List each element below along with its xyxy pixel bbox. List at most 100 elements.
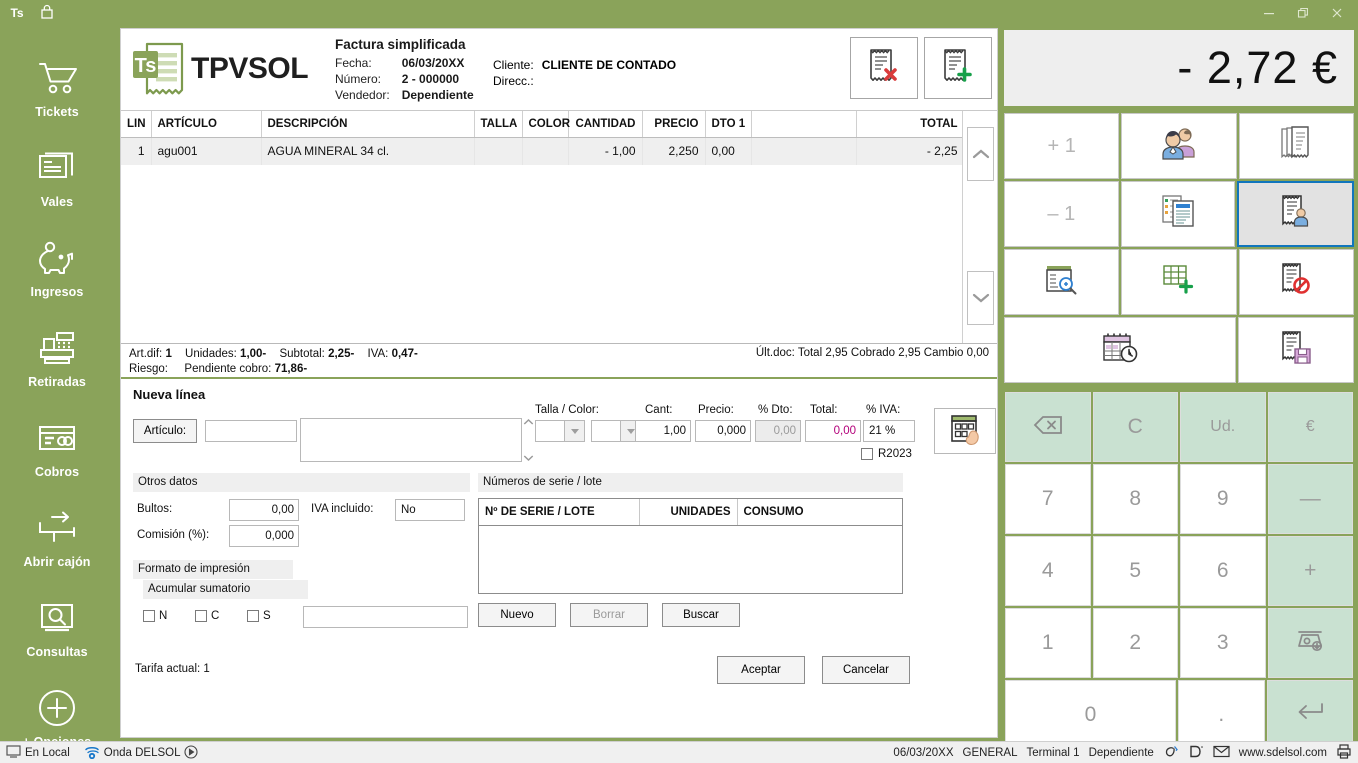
formato-option-s[interactable]: S bbox=[247, 610, 271, 622]
column-header-color[interactable]: COLOR bbox=[522, 111, 570, 138]
key-5[interactable]: 5 bbox=[1092, 536, 1178, 606]
table-row[interactable]: 1 agu001 AGUA MINERAL 34 cl. - 1,00 2,25… bbox=[121, 137, 965, 165]
formato-option-c[interactable]: C bbox=[195, 610, 219, 622]
total-input[interactable]: 0,00 bbox=[805, 420, 861, 442]
color-input[interactable] bbox=[591, 420, 621, 442]
column-header-total[interactable]: TOTAL bbox=[856, 111, 965, 138]
column-header-blank[interactable] bbox=[751, 111, 857, 138]
column-header-serie[interactable]: Nº DE SERIE / LOTE bbox=[479, 499, 640, 526]
plus-key[interactable]: + bbox=[1267, 536, 1353, 606]
sidebar-item-ingresos[interactable]: Ingresos bbox=[0, 222, 114, 312]
key-3[interactable]: 3 bbox=[1180, 608, 1266, 678]
customer-name[interactable]: CLIENTE DE CONTADO bbox=[542, 57, 676, 73]
key-6[interactable]: 6 bbox=[1180, 536, 1266, 606]
d-icon[interactable] bbox=[1188, 744, 1204, 762]
receipt-customer-button[interactable] bbox=[1237, 181, 1355, 247]
iva-select[interactable]: 21 % bbox=[863, 420, 915, 442]
lock-icon[interactable] bbox=[34, 4, 60, 22]
customers-button[interactable] bbox=[1121, 113, 1237, 179]
backspace-key[interactable] bbox=[1005, 392, 1091, 462]
sidebar-item-retiradas[interactable]: Retiradas bbox=[0, 312, 114, 402]
talla-dropdown-arrow[interactable] bbox=[565, 420, 585, 442]
dto-input[interactable]: 0,00 bbox=[755, 420, 801, 442]
acumular-sumatorio-select[interactable] bbox=[303, 606, 468, 628]
local-mode-indicator[interactable]: En Local bbox=[6, 745, 70, 761]
document-search-button[interactable] bbox=[1004, 249, 1120, 315]
serie-buscar-button[interactable]: Buscar bbox=[662, 603, 740, 627]
alpha-icon[interactable] bbox=[1163, 744, 1179, 762]
serie-nuevo-button[interactable]: Nuevo bbox=[478, 603, 556, 627]
comision-input[interactable]: 0,000 bbox=[229, 525, 299, 547]
sidebar-item-cobros[interactable]: Cobros bbox=[0, 402, 114, 492]
play-icon[interactable] bbox=[184, 744, 199, 762]
formato-option-n[interactable]: N bbox=[143, 610, 167, 622]
articulo-description-input[interactable] bbox=[300, 418, 522, 462]
key-8[interactable]: 8 bbox=[1092, 464, 1178, 534]
column-header-descripcion[interactable]: DESCRIPCIÓN bbox=[261, 111, 475, 138]
maximize-button[interactable] bbox=[1286, 0, 1320, 26]
column-header-unidades[interactable]: UNIDADES bbox=[639, 499, 738, 526]
key-4[interactable]: 4 bbox=[1005, 536, 1091, 606]
chevron-up-icon[interactable] bbox=[967, 127, 994, 181]
enter-key[interactable] bbox=[1266, 680, 1353, 750]
column-header-articulo[interactable]: ARTÍCULO bbox=[151, 111, 262, 138]
cancel-button[interactable]: Cancelar bbox=[822, 656, 910, 684]
description-scroll[interactable] bbox=[522, 418, 535, 462]
formato-c-checkbox[interactable] bbox=[195, 610, 207, 622]
serie-lote-table[interactable]: Nº DE SERIE / LOTE UNIDADES CONSUMO bbox=[478, 498, 903, 594]
documents-button[interactable] bbox=[1120, 181, 1236, 247]
column-header-precio[interactable]: PRECIO bbox=[642, 111, 706, 138]
close-button[interactable] bbox=[1320, 0, 1354, 26]
key-2[interactable]: 2 bbox=[1092, 608, 1178, 678]
cant-input[interactable]: 1,00 bbox=[635, 420, 691, 442]
website-link[interactable]: www.sdelsol.com bbox=[1239, 747, 1327, 759]
r2023-checkbox[interactable] bbox=[861, 448, 873, 460]
units-key[interactable]: Ud. bbox=[1180, 392, 1266, 462]
formato-n-checkbox[interactable] bbox=[143, 610, 155, 622]
formato-s-checkbox[interactable] bbox=[247, 610, 259, 622]
delete-document-button[interactable] bbox=[850, 37, 918, 99]
column-header-dto1[interactable]: DTO 1 bbox=[705, 111, 752, 138]
bultos-input[interactable]: 0,00 bbox=[229, 499, 299, 521]
scale-key[interactable] bbox=[1267, 608, 1353, 678]
onda-delsol-indicator[interactable]: Onda DELSOL bbox=[84, 744, 199, 762]
column-header-talla[interactable]: TALLA bbox=[474, 111, 523, 138]
table-add-button[interactable] bbox=[1121, 249, 1237, 315]
clear-key[interactable]: C bbox=[1092, 392, 1178, 462]
chevron-down-icon[interactable] bbox=[967, 271, 994, 325]
mail-icon[interactable] bbox=[1213, 745, 1230, 761]
schedule-button[interactable] bbox=[1004, 317, 1237, 383]
receipt-save-button[interactable] bbox=[1238, 317, 1354, 383]
new-document-button[interactable] bbox=[924, 37, 992, 99]
minus-key[interactable]: — bbox=[1267, 464, 1353, 534]
sidebar-item-abrir-cajon[interactable]: Abrir cajón bbox=[0, 492, 114, 582]
key-7[interactable]: 7 bbox=[1005, 464, 1091, 534]
sidebar-item-tickets[interactable]: Tickets bbox=[0, 42, 114, 132]
sidebar-item-consultas[interactable]: Consultas bbox=[0, 582, 114, 672]
decrement-button[interactable]: – 1 bbox=[1004, 181, 1119, 247]
address-value[interactable] bbox=[542, 73, 676, 89]
column-header-consumo[interactable]: CONSUMO bbox=[737, 499, 902, 526]
accept-button[interactable]: Aceptar bbox=[717, 656, 805, 684]
precio-input[interactable]: 0,000 bbox=[695, 420, 751, 442]
talla-input[interactable] bbox=[535, 420, 565, 442]
column-header-lin[interactable]: LIN bbox=[121, 111, 152, 138]
iva-incluido-select[interactable]: No bbox=[395, 499, 465, 521]
articulo-code-input[interactable] bbox=[205, 420, 297, 442]
key-1[interactable]: 1 bbox=[1005, 608, 1091, 678]
column-header-cantidad[interactable]: CANTIDAD bbox=[568, 111, 643, 138]
decimal-key[interactable]: . bbox=[1178, 680, 1265, 750]
increment-button[interactable]: + 1 bbox=[1004, 113, 1120, 179]
articulo-picker-button[interactable]: Artículo: bbox=[133, 419, 197, 443]
serie-borrar-button[interactable]: Borrar bbox=[570, 603, 648, 627]
minimize-button[interactable] bbox=[1252, 0, 1286, 26]
r2023-checkbox-group[interactable]: R2023 bbox=[861, 448, 912, 460]
receipts-list-button[interactable] bbox=[1238, 113, 1354, 179]
calculator-keypad-button[interactable] bbox=[934, 408, 996, 454]
sidebar-item-vales[interactable]: Vales bbox=[0, 132, 114, 222]
key-0[interactable]: 0 bbox=[1005, 680, 1176, 750]
print-icon[interactable] bbox=[1336, 744, 1352, 762]
key-9[interactable]: 9 bbox=[1180, 464, 1266, 534]
receipt-cancel-button[interactable] bbox=[1238, 249, 1354, 315]
euro-key[interactable]: € bbox=[1267, 392, 1353, 462]
